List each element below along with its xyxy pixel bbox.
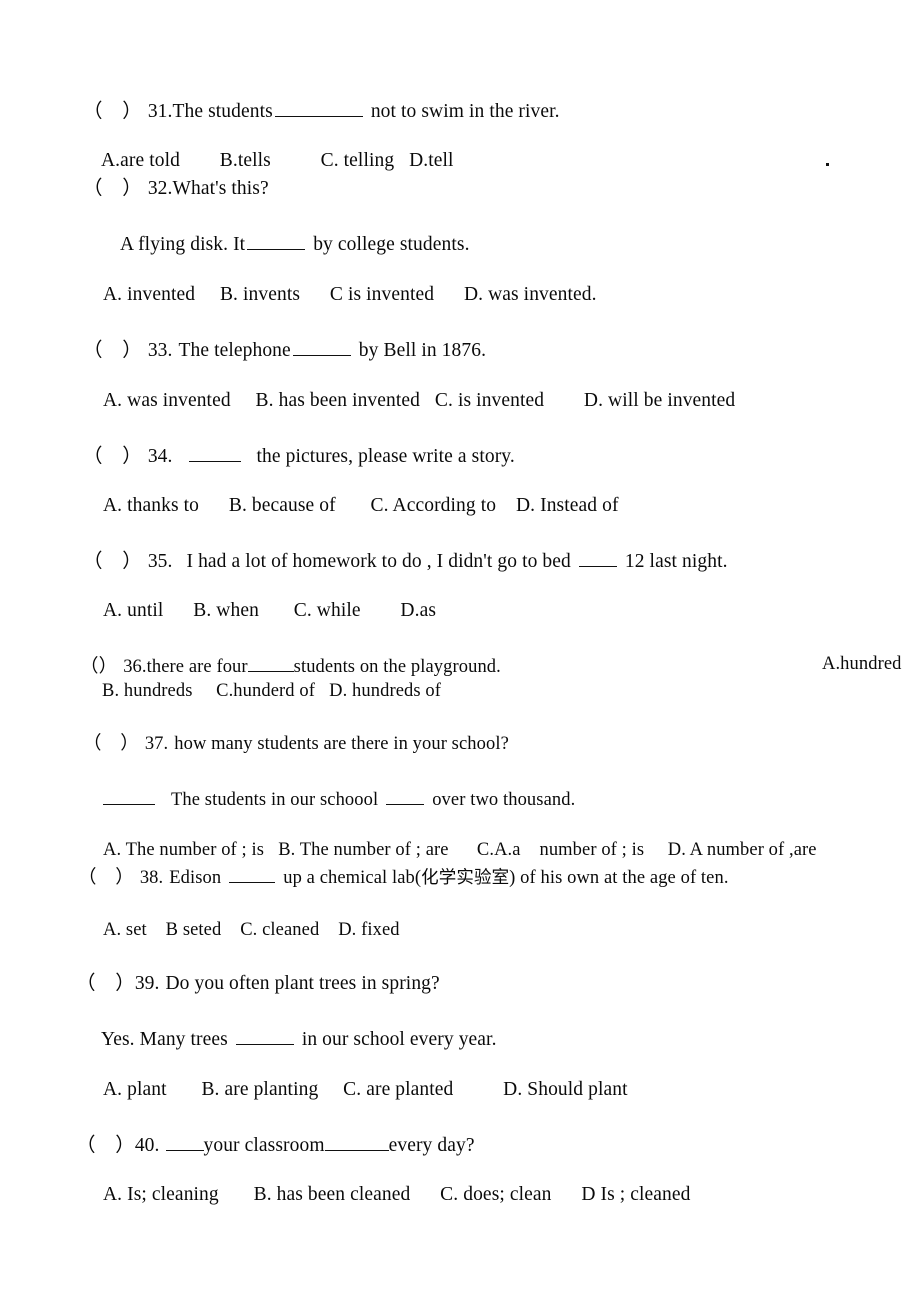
q39-answer-before: Yes. Many trees — [101, 1028, 228, 1050]
question-38-stem: （ ） 38. Edison up a chemical lab(化学实验室) of … — [78, 866, 729, 888]
q35-marker: （ ） — [83, 550, 142, 572]
question-38-options[interactable]: A. set B seted C. cleaned D. fixed — [103, 921, 400, 940]
q38-stem-before: Edison — [169, 867, 222, 888]
question-36-stem: （） 36.there are four students on the playg… — [80, 655, 501, 677]
worksheet-page: （ ） 31.The students not to swim in the riv… — [0, 0, 920, 1300]
q40-stem-middle: your classroom — [203, 1134, 325, 1156]
q33-answer-blank[interactable] — [292, 338, 351, 356]
q36-stem-after: students on the playground. — [293, 656, 501, 677]
q33-marker: （ ） — [83, 339, 142, 361]
q38-answer-blank[interactable] — [229, 866, 276, 883]
q31-stem-after: not to swim in the river. — [370, 100, 560, 122]
q40-number: 40. — [134, 1134, 160, 1156]
q33-stem-after: by Bell in 1876. — [358, 339, 487, 361]
q36-answer-blank[interactable] — [247, 655, 294, 672]
question-36-options[interactable]: B. hundreds C.hunderd of D. hundreds of — [102, 682, 441, 701]
question-35-options[interactable]: A. until B. when C. while D.as — [103, 601, 436, 621]
question-37-stem: （ ） 37. how many students are there in you… — [83, 735, 509, 754]
question-40-stem: （ ）40. your classroom every day? — [76, 1133, 475, 1156]
q39-number: 39. — [134, 973, 160, 994]
q32-marker: （ ） — [83, 178, 142, 199]
q34-marker: （ ） — [83, 445, 142, 467]
q36-stem-before: there are four — [146, 656, 248, 677]
q34-number: 34. — [147, 445, 173, 467]
q38-number: 38. — [139, 867, 164, 888]
q37-number: 37. — [144, 734, 169, 754]
q36-number: 36. — [123, 656, 147, 677]
q38-stem-after: ) of his own at the age of ten. — [509, 867, 729, 888]
question-31-options[interactable]: A.are told B.tells C. telling D.tell — [101, 151, 454, 171]
q37-answer-middle: The students in our schoool — [171, 789, 379, 810]
question-32-options[interactable]: A. invented B. invents C is invented D. … — [103, 285, 597, 305]
q35-stem-after: 12 last night. — [624, 550, 728, 572]
q39-stem-text: Do you often plant trees in spring? — [165, 973, 440, 994]
q38-stem-middle: up a chemical lab( — [283, 867, 422, 888]
q37-marker: （ ） — [83, 734, 139, 754]
question-37-options[interactable]: A. The number of ; is B. The number of ;… — [103, 841, 817, 860]
question-40-options[interactable]: A. Is; cleaning B. has been cleaned C. d… — [103, 1185, 691, 1205]
q35-answer-blank[interactable] — [578, 549, 617, 567]
question-39-options[interactable]: A. plant B. are planting C. are planted … — [103, 1080, 628, 1100]
q33-number: 33. — [147, 339, 173, 361]
q39-answer-blank[interactable] — [235, 1027, 294, 1045]
question-39-stem: （ ）39. Do you often plant trees in spring… — [76, 974, 440, 994]
question-34-stem: （ ） 34. the pictures, please write a story… — [83, 444, 515, 467]
q37-answer-after: over two thousand. — [432, 789, 576, 810]
question-32-stem: （ ） 32.What's this? — [83, 179, 269, 199]
q37-answer-blank-1[interactable] — [103, 788, 155, 805]
q38-chinese-gloss: 化学实验室 — [421, 867, 510, 888]
question-33-options[interactable]: A. was invented B. has been invented C. … — [103, 391, 735, 411]
q32-answer-after: by college students. — [313, 233, 470, 255]
q37-stem-text: how many students are there in your scho… — [174, 734, 509, 754]
q40-answer-blank-2[interactable] — [324, 1133, 389, 1151]
q35-stem-before: I had a lot of homework to do , I didn't… — [186, 550, 571, 572]
q40-marker: （ ） — [76, 1134, 135, 1156]
q39-marker: （ ） — [76, 973, 135, 994]
question-39-answer: Yes. Many trees in our school every year. — [101, 1027, 497, 1050]
q40-stem-after: every day? — [388, 1134, 475, 1156]
q36-marker: （） — [80, 656, 118, 677]
q35-number: 35. — [147, 550, 173, 572]
q31-number: 31. — [147, 100, 173, 122]
q32-answer-before: A flying disk. It — [120, 233, 246, 255]
q32-stem: What's this? — [172, 178, 269, 199]
q34-stem-after: the pictures, please write a story. — [256, 445, 515, 467]
question-36-option-a[interactable]: A.hundred — [822, 655, 902, 674]
q40-answer-blank-1[interactable] — [165, 1133, 204, 1151]
q38-marker: （ ） — [78, 867, 134, 888]
q31-marker: （ ） — [83, 100, 142, 122]
q33-stem-before: The telephone — [178, 339, 291, 361]
q31-answer-blank[interactable] — [274, 99, 363, 117]
q32-number: 32. — [147, 178, 173, 199]
q34-answer-blank[interactable] — [188, 444, 241, 462]
question-31-stem: （ ） 31.The students not to swim in the riv… — [83, 99, 560, 122]
question-33-stem: （ ） 33. The telephone by Bell in 1876. — [83, 338, 487, 361]
question-35-stem: （ ） 35. I had a lot of homework to do , I … — [83, 549, 728, 572]
question-32-answer: A flying disk. It by college students. — [120, 232, 470, 255]
q37-answer-blank-2[interactable] — [386, 788, 425, 805]
q31-stem-before: The students — [172, 100, 273, 122]
question-37-answer: The students in our schoool over two thou… — [101, 788, 575, 809]
question-34-options[interactable]: A. thanks to B. because of C. According … — [103, 496, 619, 516]
q39-answer-after: in our school every year. — [301, 1028, 497, 1050]
q32-answer-blank[interactable] — [247, 232, 306, 250]
stray-period-mark — [826, 163, 829, 166]
